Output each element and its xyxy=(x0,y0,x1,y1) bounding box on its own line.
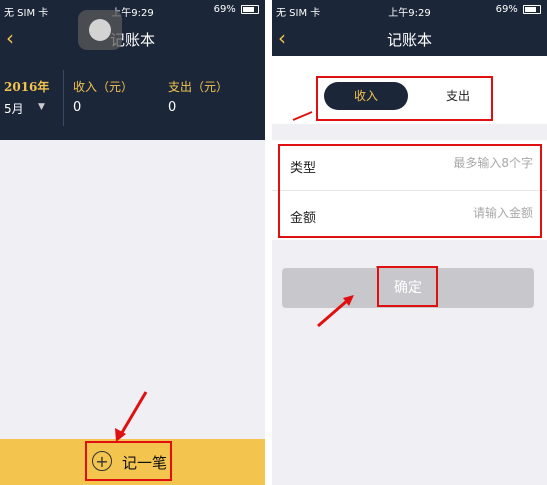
add-record-label: 记一笔 xyxy=(122,454,168,472)
summary-divider xyxy=(63,70,64,126)
battery-icon xyxy=(241,4,259,14)
amount-row: 金额 xyxy=(272,190,547,240)
income-label: 收入（元） xyxy=(73,80,134,94)
page-title: 记账本 xyxy=(386,31,432,49)
type-switch-area: 收入 支出 xyxy=(272,56,547,124)
ledger-entry-screen: 无 SIM 卡 上午9:29 69% ‹ 记账本 收入 支出 类型 金额 确定 xyxy=(272,0,547,485)
ledger-home-screen: 无 SIM 卡 上午9:29 69% ‹ 记账本 2016年 5月 ▼ 收入（元… xyxy=(0,0,265,485)
year-label: 2016年 xyxy=(4,80,50,94)
type-label: 类型 xyxy=(290,161,317,176)
battery-percent: 69% xyxy=(495,4,518,15)
entry-form: 类型 金额 xyxy=(272,140,547,240)
type-row: 类型 xyxy=(272,140,547,191)
plus-circle-icon: + xyxy=(92,451,112,471)
battery-percent: 69% xyxy=(213,4,236,15)
type-input[interactable] xyxy=(391,155,535,171)
assistive-touch-button[interactable] xyxy=(78,10,122,50)
page-title: 记账本 xyxy=(109,31,155,49)
nav-bar: ‹ 记账本 xyxy=(0,20,265,56)
nav-bar: ‹ 记账本 xyxy=(272,20,547,56)
screenshot-divider xyxy=(265,0,272,485)
chevron-down-icon[interactable]: ▼ xyxy=(38,102,45,112)
income-expense-toggle: 收入 支出 xyxy=(324,82,496,110)
add-record-button[interactable]: + 记一笔 xyxy=(0,439,265,485)
battery-indicator: 69% xyxy=(496,4,541,15)
tab-expense[interactable]: 支出 xyxy=(420,82,496,110)
tab-income[interactable]: 收入 xyxy=(324,82,408,110)
monthly-summary: 2016年 5月 ▼ 收入（元） 0 支出（元） 0 xyxy=(0,56,265,140)
income-value: 0 xyxy=(73,100,82,115)
amount-input[interactable] xyxy=(391,205,535,221)
battery-icon xyxy=(523,4,541,14)
status-bar: 无 SIM 卡 上午9:29 69% xyxy=(0,0,265,20)
battery-indicator: 69% xyxy=(214,4,259,15)
expense-value: 0 xyxy=(168,100,177,115)
expense-label: 支出（元） xyxy=(168,80,229,94)
month-selector[interactable]: 5月 xyxy=(4,100,24,117)
status-bar: 无 SIM 卡 上午9:29 69% xyxy=(272,0,547,20)
amount-label: 金额 xyxy=(290,211,317,226)
confirm-button[interactable]: 确定 xyxy=(282,268,534,308)
